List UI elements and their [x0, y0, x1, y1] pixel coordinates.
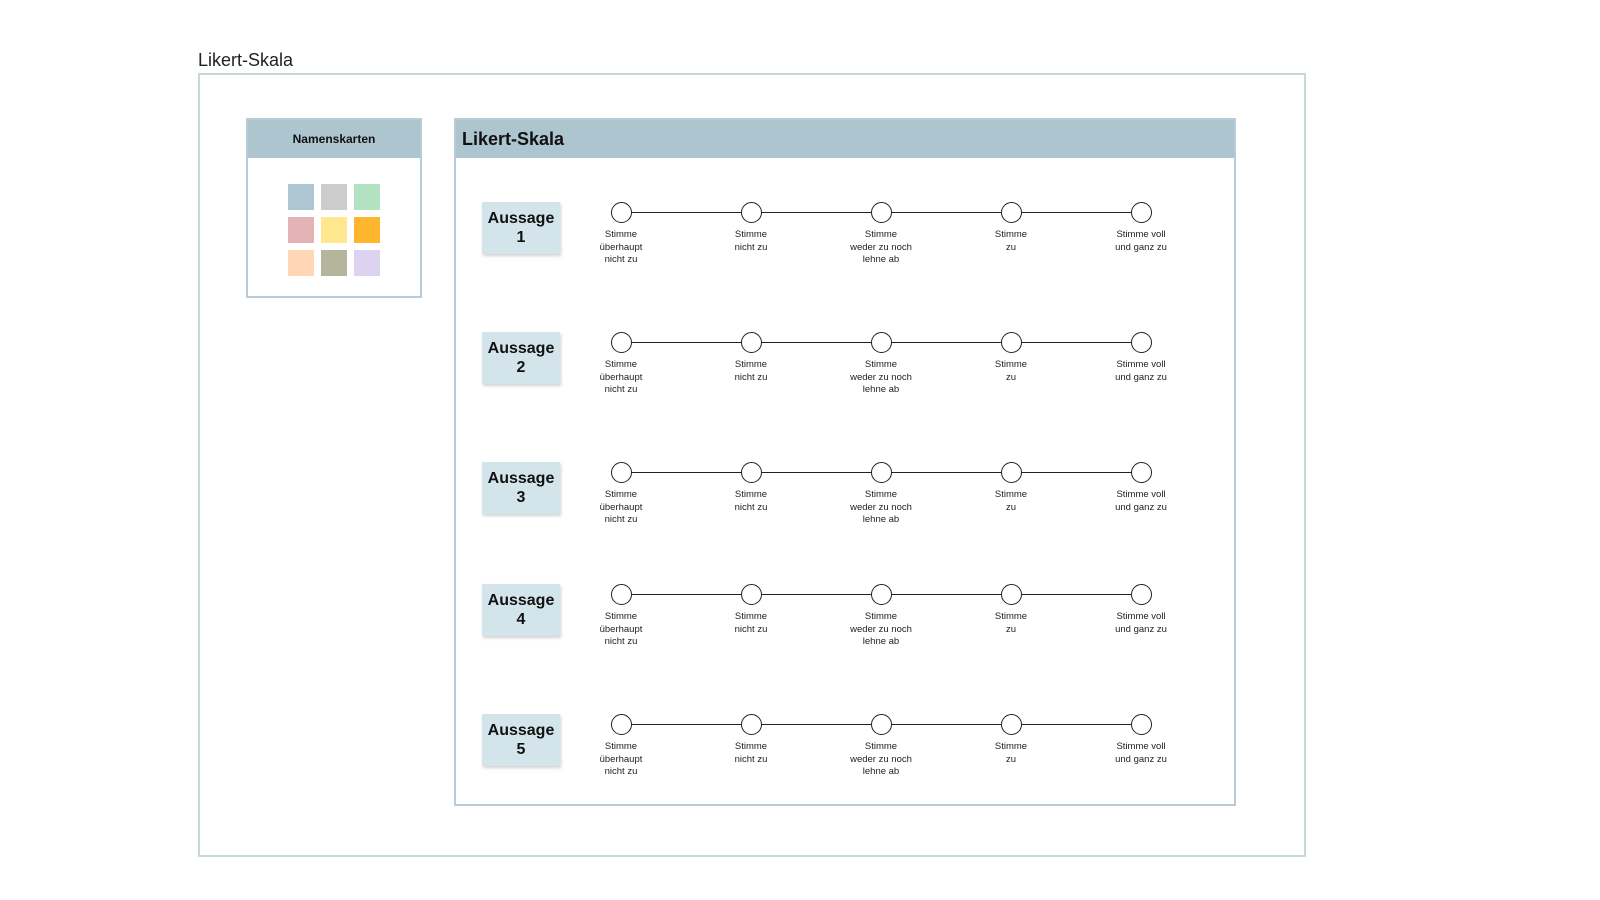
scale-point-1[interactable] — [611, 332, 632, 353]
scale-point-label: Stimme voll und ganz zu — [1115, 359, 1167, 383]
scale-point-2[interactable] — [741, 462, 762, 483]
scale-point-label: Stimme voll und ganz zu — [1115, 489, 1167, 513]
scale-point-label: Stimme zu — [994, 229, 1028, 253]
scale-point-3[interactable] — [871, 584, 892, 605]
statement-number: 4 — [516, 611, 526, 628]
scale-point-1[interactable] — [611, 714, 632, 735]
scale-point-2[interactable] — [741, 202, 762, 223]
scale-point-label: Stimme zu — [994, 489, 1028, 513]
name-card-swatch[interactable] — [354, 184, 380, 210]
scale-point-label: Stimme voll und ganz zu — [1115, 611, 1167, 635]
name-card-swatch[interactable] — [354, 250, 380, 276]
name-card-swatch[interactable] — [288, 184, 314, 210]
statement-card[interactable]: Aussage 4 — [482, 584, 560, 636]
likert-row: Aussage 2 Stimme überhaupt nicht zu Stimme … — [456, 332, 1234, 412]
scale-point-label: Stimme weder zu noch lehne ab — [850, 611, 912, 647]
likert-row: Aussage 3 Stimme überhaupt nicht zu Stimme … — [456, 462, 1234, 542]
statement-label: Aussage — [487, 470, 555, 487]
statement-label: Aussage — [487, 210, 555, 227]
statement-label: Aussage — [487, 722, 555, 739]
scale-point-3[interactable] — [871, 714, 892, 735]
scale-point-label: Stimme nicht zu — [734, 489, 768, 513]
scale-point-3[interactable] — [871, 462, 892, 483]
statement-label: Aussage — [487, 340, 555, 357]
scale-point-label: Stimme nicht zu — [734, 229, 768, 253]
name-card-swatch[interactable] — [354, 217, 380, 243]
scale-point-label: Stimme überhaupt nicht zu — [599, 229, 643, 265]
scale-point-label: Stimme zu — [994, 741, 1028, 765]
scale-point-5[interactable] — [1131, 332, 1152, 353]
scale-point-label: Stimme zu — [994, 611, 1028, 635]
scale-point-1[interactable] — [611, 462, 632, 483]
scale-point-3[interactable] — [871, 202, 892, 223]
likert-row: Aussage 1 Stimme überhaupt nicht zu Stimme … — [456, 202, 1234, 282]
scale-point-1[interactable] — [611, 584, 632, 605]
name-card-swatch[interactable] — [321, 250, 347, 276]
scale-point-label: Stimme nicht zu — [734, 359, 768, 383]
scale-point-4[interactable] — [1001, 714, 1022, 735]
statement-number: 2 — [516, 359, 526, 376]
statement-card[interactable]: Aussage 3 — [482, 462, 560, 514]
scale-point-label: Stimme weder zu noch lehne ab — [850, 489, 912, 525]
name-card-swatch[interactable] — [288, 250, 314, 276]
frame-title: Likert-Skala — [198, 50, 294, 70]
scale-point-label: Stimme überhaupt nicht zu — [599, 489, 643, 525]
scale-point-label: Stimme voll und ganz zu — [1115, 229, 1167, 253]
scale-point-label: Stimme zu — [994, 359, 1028, 383]
name-cards-panel[interactable]: Namenskarten — [246, 118, 422, 298]
statement-card[interactable]: Aussage 2 — [482, 332, 560, 384]
name-card-swatch[interactable] — [288, 217, 314, 243]
scale-point-5[interactable] — [1131, 584, 1152, 605]
scale-point-label: Stimme weder zu noch lehne ab — [850, 229, 912, 265]
scale-point-4[interactable] — [1001, 332, 1022, 353]
scale-point-label: Stimme weder zu noch lehne ab — [850, 359, 912, 395]
whiteboard-canvas: Likert-Skala Namenskarten Likert-Skala A… — [0, 0, 1600, 900]
likert-panel[interactable]: Likert-Skala Aussage 1 Stimme überhaupt ni… — [454, 118, 1236, 806]
statement-number: 3 — [516, 489, 526, 506]
scale-point-4[interactable] — [1001, 462, 1022, 483]
scale-point-4[interactable] — [1001, 202, 1022, 223]
scale-point-2[interactable] — [741, 332, 762, 353]
scale-point-4[interactable] — [1001, 584, 1022, 605]
scale-point-label: Stimme voll und ganz zu — [1115, 741, 1167, 765]
statement-number: 1 — [516, 229, 526, 246]
swatch-grid — [288, 184, 380, 276]
scale-point-label: Stimme überhaupt nicht zu — [599, 359, 643, 395]
name-card-swatch[interactable] — [321, 217, 347, 243]
scale-point-label: Stimme weder zu noch lehne ab — [850, 741, 912, 777]
scale-point-label: Stimme nicht zu — [734, 611, 768, 635]
scale-point-1[interactable] — [611, 202, 632, 223]
statement-card[interactable]: Aussage 1 — [482, 202, 560, 254]
scale-point-5[interactable] — [1131, 462, 1152, 483]
scale-point-3[interactable] — [871, 332, 892, 353]
statement-label: Aussage — [487, 592, 555, 609]
scale-point-label: Stimme nicht zu — [734, 741, 768, 765]
scale-point-5[interactable] — [1131, 202, 1152, 223]
scale-point-label: Stimme überhaupt nicht zu — [599, 611, 643, 647]
scale-point-label: Stimme überhaupt nicht zu — [599, 741, 643, 777]
scale-point-2[interactable] — [741, 584, 762, 605]
name-card-swatch[interactable] — [321, 184, 347, 210]
scale-point-5[interactable] — [1131, 714, 1152, 735]
statement-card[interactable]: Aussage 5 — [482, 714, 560, 766]
likert-title: Likert-Skala — [456, 120, 1234, 158]
scale-point-2[interactable] — [741, 714, 762, 735]
likert-row: Aussage 4 Stimme überhaupt nicht zu Stimme … — [456, 584, 1234, 664]
name-cards-title: Namenskarten — [248, 120, 420, 158]
statement-number: 5 — [516, 741, 526, 758]
likert-row: Aussage 5 Stimme überhaupt nicht zu Stimme … — [456, 714, 1234, 794]
